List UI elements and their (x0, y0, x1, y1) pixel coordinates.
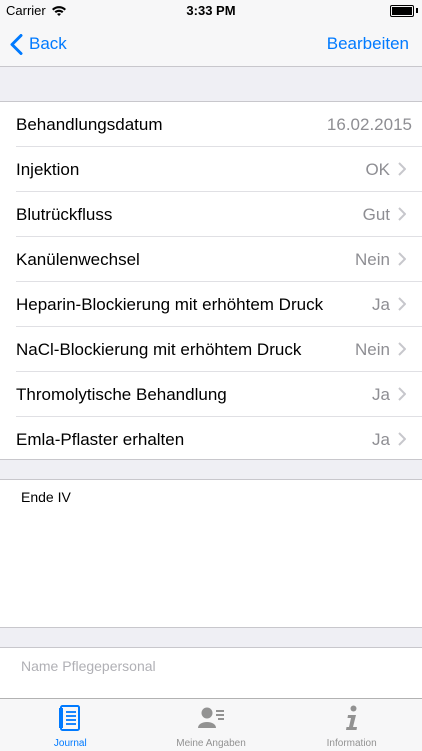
row-injection[interactable]: Injektion OK (0, 147, 422, 192)
notes-text-area[interactable]: Ende IV (0, 479, 422, 628)
back-button[interactable]: Back (10, 22, 67, 66)
battery-icon (390, 5, 414, 17)
row-needle-change[interactable]: Kanülenwechsel Nein (0, 237, 422, 282)
row-label: Kanülenwechsel (16, 249, 140, 269)
row-value: Nein (355, 339, 390, 359)
row-value: 16.02.2015 (326, 114, 412, 134)
notes-text: Ende IV (21, 489, 71, 505)
row-label: Behandlungsdatum (16, 114, 163, 134)
row-heparin-lock[interactable]: Heparin-Blockierung mit erhöhtem Druck J… (0, 282, 422, 327)
row-label: NaCl-Blockierung mit erhöhtem Druck (16, 339, 302, 359)
chevron-right-icon (398, 297, 406, 311)
edit-button[interactable]: Bearbeiten (327, 22, 409, 66)
journal-icon (59, 705, 81, 731)
nurse-name-field[interactable]: Name Pflegepersonal (0, 647, 422, 698)
navigation-bar: Back Bearbeiten (0, 22, 422, 67)
tab-label: Journal (53, 738, 87, 749)
row-value: Gut (362, 204, 390, 224)
tab-label: Meine Angaben (176, 738, 246, 749)
chevron-right-icon (398, 432, 406, 446)
row-value: Ja (372, 384, 390, 404)
tab-meine-angaben[interactable]: Meine Angaben (141, 699, 282, 751)
tab-label: Information (326, 738, 377, 749)
status-bar: Carrier 3:33 PM (0, 0, 422, 22)
tab-journal[interactable]: Journal (0, 699, 141, 751)
nurse-name-placeholder: Name Pflegepersonal (21, 658, 156, 674)
row-treatment-date[interactable]: Behandlungsdatum 16.02.2015 (0, 102, 422, 147)
clock: 3:33 PM (186, 3, 236, 18)
back-button-label: Back (29, 34, 67, 53)
row-value: Nein (355, 249, 390, 269)
chevron-left-icon (10, 33, 23, 55)
row-label: Thromolytische Behandlung (16, 384, 227, 404)
chevron-right-icon (398, 387, 406, 401)
row-label: Emla-Pflaster erhalten (16, 429, 185, 449)
chevron-right-icon (398, 207, 406, 221)
chevron-right-icon (398, 252, 406, 266)
chevron-right-icon (398, 342, 406, 356)
row-nacl-lock[interactable]: NaCl-Blockierung mit erhöhtem Druck Nein (0, 327, 422, 372)
row-value: Ja (372, 429, 390, 449)
treatment-details-group: Behandlungsdatum 16.02.2015 Injektion OK… (0, 101, 422, 460)
row-label: Blutrückfluss (16, 204, 113, 224)
row-label: Injektion (16, 159, 80, 179)
chevron-right-icon (398, 162, 406, 176)
row-emla-patch[interactable]: Emla-Pflaster erhalten Ja (0, 417, 422, 462)
row-label: Heparin-Blockierung mit erhöhtem Druck (16, 294, 324, 314)
row-blood-return[interactable]: Blutrückfluss Gut (0, 192, 422, 237)
tab-bar: Journal Meine Angaben Information (0, 698, 422, 751)
info-icon (345, 705, 357, 730)
row-value: Ja (372, 294, 390, 314)
battery-cap (416, 8, 418, 13)
tab-information[interactable]: Information (281, 699, 422, 751)
row-thrombolytic-treatment[interactable]: Thromolytische Behandlung Ja (0, 372, 422, 417)
contact-card-icon (198, 707, 224, 728)
row-value: OK (365, 159, 390, 179)
